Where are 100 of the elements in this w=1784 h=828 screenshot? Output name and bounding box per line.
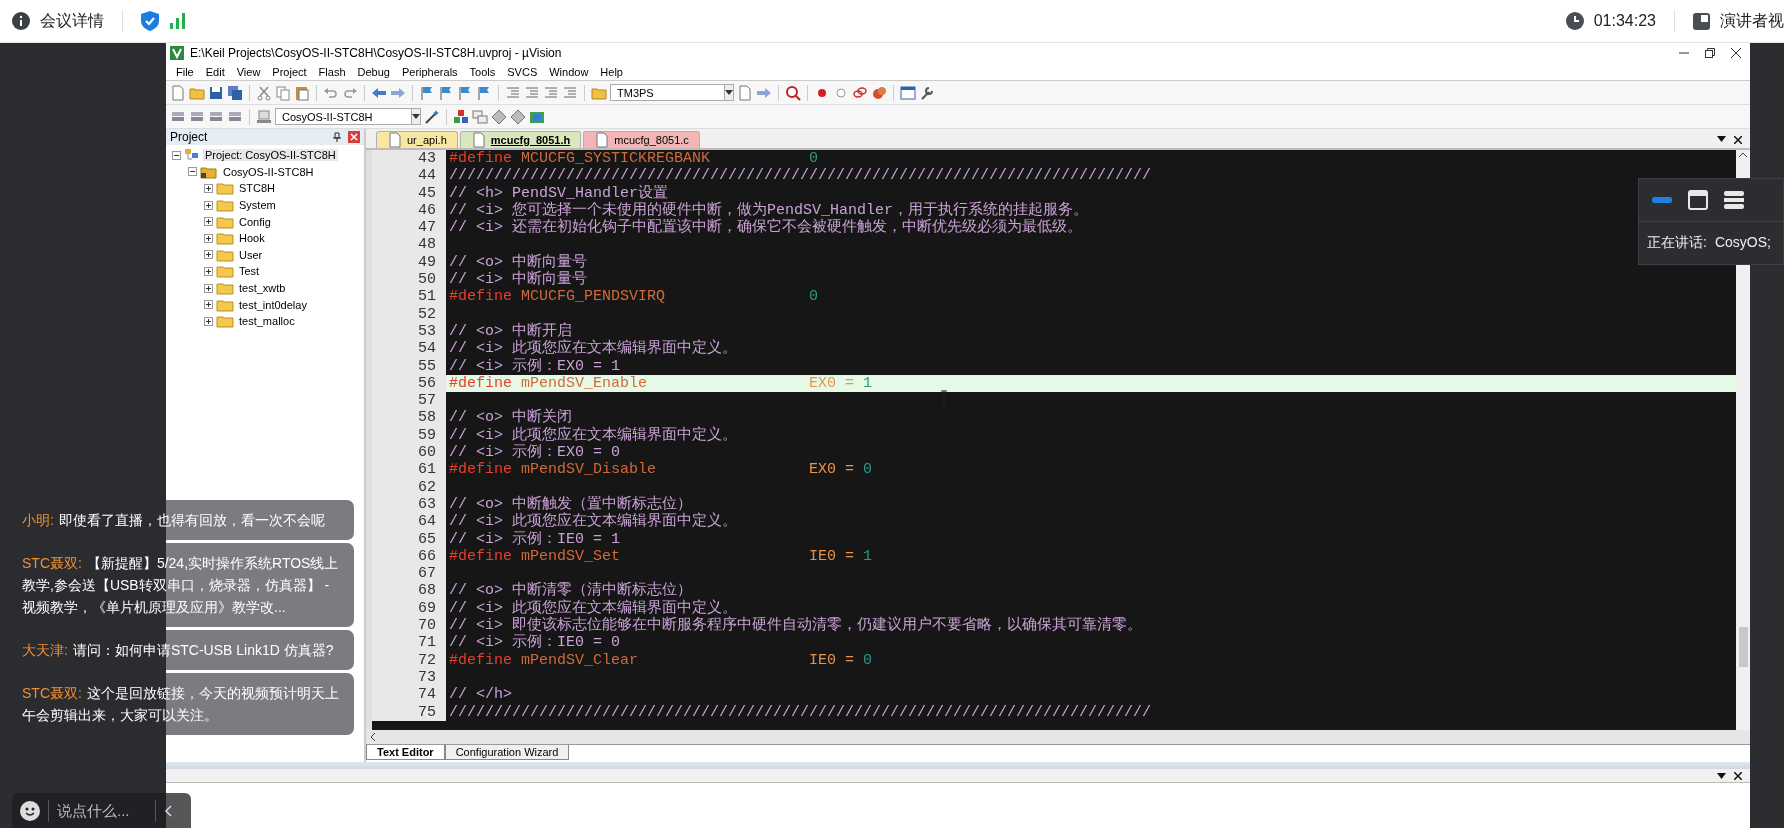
menu-item[interactable]: File xyxy=(170,65,200,78)
expand-icon[interactable] xyxy=(204,233,213,243)
tree-item[interactable]: CosyOS-II-STC8H xyxy=(221,165,316,178)
scroll-thumb[interactable] xyxy=(1738,626,1748,667)
menu-item[interactable]: Edit xyxy=(199,65,231,78)
stamp-icon[interactable] xyxy=(256,108,272,125)
line-number: 70 xyxy=(372,617,446,635)
code-comment: // <i> 此项您应在文本编辑界面中定义。 xyxy=(449,513,737,531)
search-icon[interactable] xyxy=(785,84,801,101)
collapse-icon[interactable] xyxy=(172,150,181,160)
code-comment: // <o> 中断开启 xyxy=(449,322,572,340)
expand-icon[interactable] xyxy=(204,217,213,227)
tree-item[interactable]: test_malloc xyxy=(237,315,297,328)
panel-title: Project xyxy=(170,130,209,144)
target-dropdown[interactable]: CosyOS-II-STC8H xyxy=(275,108,421,125)
presenter-view-label[interactable]: 演讲者视 xyxy=(1720,10,1784,32)
tree-item[interactable]: STC8H xyxy=(237,182,278,195)
emoji-icon[interactable] xyxy=(20,800,40,821)
disks-icon[interactable] xyxy=(227,84,243,101)
flag-icon[interactable] xyxy=(457,84,473,101)
code-comment: // </h> xyxy=(449,686,512,704)
chat-input[interactable]: 说点什么... xyxy=(57,802,147,819)
editor-mode-tab[interactable]: Text Editor xyxy=(366,745,445,760)
device-dropdown[interactable]: TM3PS xyxy=(610,84,734,101)
info-icon[interactable] xyxy=(12,12,30,30)
dropdown-icon[interactable] xyxy=(1717,772,1726,779)
blob-icon[interactable] xyxy=(871,84,887,101)
diamond-icon[interactable] xyxy=(491,108,507,125)
tree-item[interactable]: Config xyxy=(237,215,273,228)
scissors-icon[interactable] xyxy=(256,84,272,101)
restore-icon[interactable] xyxy=(1704,47,1716,59)
code-expression: EX0 = xyxy=(809,461,855,479)
wand-icon[interactable] xyxy=(424,108,440,125)
menu-item[interactable]: Flash xyxy=(312,65,352,78)
wrench-icon[interactable] xyxy=(919,84,935,101)
meeting-details-label[interactable]: 会议详情 xyxy=(40,10,104,32)
document-icon[interactable] xyxy=(170,84,186,101)
tree-item[interactable]: User xyxy=(237,248,265,261)
code-comment: // <i> 示例：IE0 = 1 xyxy=(449,530,621,548)
menu-item[interactable]: Project xyxy=(266,65,313,78)
flag-icon[interactable] xyxy=(419,84,435,101)
expand-icon[interactable] xyxy=(204,250,213,260)
menu-item[interactable]: Peripherals xyxy=(395,65,464,78)
expand-icon[interactable] xyxy=(204,300,213,310)
scroll-up-icon[interactable] xyxy=(1739,150,1747,160)
collapse-icon[interactable] xyxy=(188,167,197,177)
macro-name: mPendSV_Disable xyxy=(521,461,658,479)
close-icon[interactable] xyxy=(1734,136,1742,144)
expand-icon[interactable] xyxy=(204,283,213,293)
layout-icon[interactable] xyxy=(1693,12,1710,30)
tree-item[interactable]: Test xyxy=(237,265,262,278)
timer: 01:34:23 xyxy=(1593,12,1656,30)
expand-icon[interactable] xyxy=(204,184,213,193)
window-icon[interactable] xyxy=(900,84,916,101)
close-icon[interactable] xyxy=(1730,47,1742,59)
close-icon[interactable] xyxy=(1734,771,1742,780)
expand-icon[interactable] xyxy=(204,200,213,210)
layout-window-icon[interactable] xyxy=(1687,189,1709,211)
expand-icon[interactable] xyxy=(204,316,213,326)
folder-icon xyxy=(216,264,234,279)
flag-icon[interactable] xyxy=(438,84,454,101)
file-tab[interactable]: mcucfg_8051.h xyxy=(459,131,582,148)
menu-item[interactable]: View xyxy=(230,65,267,78)
layout-list-icon[interactable] xyxy=(1723,189,1745,211)
app-icon xyxy=(170,46,184,60)
pin-icon[interactable] xyxy=(332,132,342,142)
project-icon xyxy=(184,148,200,163)
menu-item[interactable]: SVCS xyxy=(501,65,544,78)
tree-item[interactable]: Project: CosyOS-II-STC8H xyxy=(203,149,338,162)
tree-item[interactable]: test_xwtb xyxy=(237,282,288,295)
folder-icon xyxy=(200,164,218,179)
horizontal-scrollbar[interactable] xyxy=(366,730,1750,744)
menu-item[interactable]: Debug xyxy=(351,65,396,78)
clipboard-icon[interactable] xyxy=(294,84,310,101)
scroll-left-icon[interactable] xyxy=(370,733,376,741)
document-icon[interactable] xyxy=(737,84,753,101)
copy-icon[interactable] xyxy=(275,84,291,101)
dropdown-icon[interactable] xyxy=(1717,136,1726,142)
code-comment: // <o> 中断清零（清中断标志位） xyxy=(449,582,692,600)
shield-icon[interactable] xyxy=(141,11,159,31)
tree-item[interactable]: System xyxy=(237,199,278,212)
menu-item[interactable]: Tools xyxy=(463,65,502,78)
file-tab[interactable]: mcucfg_8051.c xyxy=(583,131,700,148)
chevron-left-icon[interactable] xyxy=(164,804,172,817)
menu-item[interactable]: Window xyxy=(543,65,595,78)
tree-item[interactable]: Hook xyxy=(237,232,267,245)
editor-mode-tab[interactable]: Configuration Wizard xyxy=(444,745,570,760)
menu-item[interactable]: Help xyxy=(594,65,629,78)
diamond-icon[interactable] xyxy=(510,108,526,125)
expand-icon[interactable] xyxy=(204,266,213,276)
windows-icon[interactable] xyxy=(472,108,488,125)
preprocessor-keyword: #define xyxy=(449,288,513,306)
number-literal: 0 xyxy=(863,651,873,669)
chain-icon[interactable] xyxy=(852,84,868,101)
blocks-icon[interactable] xyxy=(453,108,469,125)
code-comment: ////////////////////////////////////////////////////////////////////////////// xyxy=(449,167,1152,185)
flag-icon[interactable] xyxy=(476,84,492,101)
tree-item[interactable]: test_int0delay xyxy=(237,298,309,311)
file-tab[interactable]: ur_api.h xyxy=(376,131,458,148)
code-comment: // <i> 此项您应在文本编辑界面中定义。 xyxy=(449,340,737,358)
